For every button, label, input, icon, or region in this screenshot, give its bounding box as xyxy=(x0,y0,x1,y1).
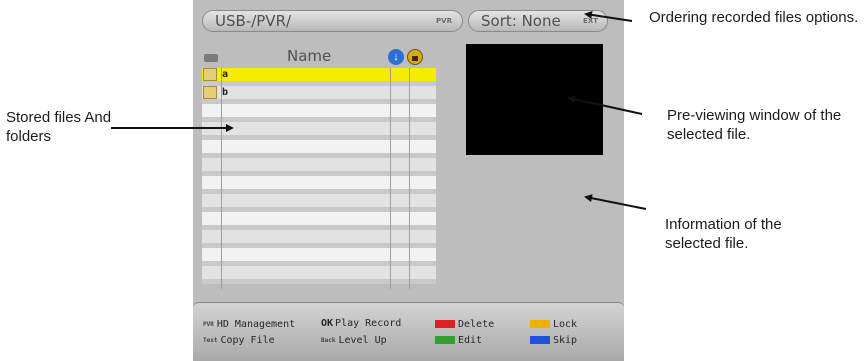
arrow-to-sort xyxy=(584,10,633,22)
arrow-to-info xyxy=(584,194,647,210)
annotation-arrows xyxy=(111,10,647,210)
arrow-to-preview xyxy=(567,95,643,115)
